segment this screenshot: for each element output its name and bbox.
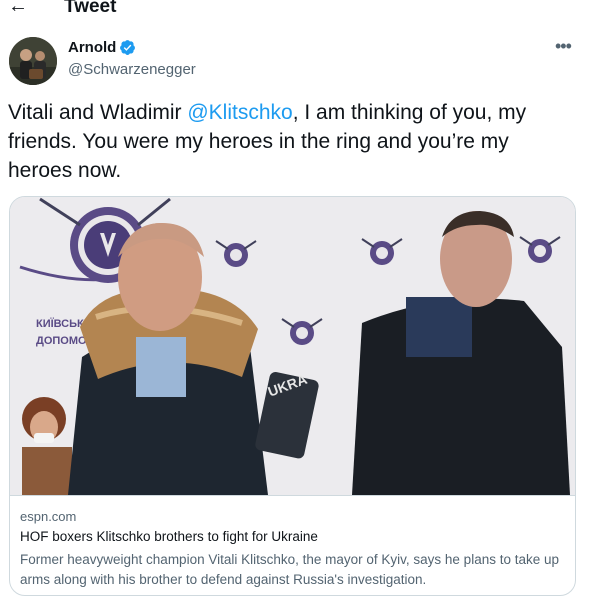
card-description: Former heavyweight champion Vitali Klits… [20,552,560,587]
author-handle[interactable]: @Schwarzenegger [68,61,196,78]
avatar-photo [9,37,57,85]
card-image[interactable]: КИЇВСЬКИЙ ДОПОМОГ UKRA [10,197,576,495]
author-name[interactable]: Arnold [68,39,116,56]
card-domain: espn.com [20,509,77,524]
card-title[interactable]: HOF boxers Klitschko brothers to fight f… [20,529,318,544]
mention-link[interactable]: @Klitschko [187,101,292,124]
avatar[interactable] [9,37,57,85]
arrow-left-icon[interactable]: ← [8,0,28,16]
tweet-text: Vitali and Wladimir @Klitschko, I am thi… [8,98,578,185]
link-card[interactable]: КИЇВСЬКИЙ ДОПОМОГ UKRA espn.com HOF boxe… [9,196,576,596]
more-options-icon[interactable]: ••• [555,36,572,57]
author-name-row[interactable]: Arnold [68,39,136,56]
tweet-text-start: Vitali and Wladimir [8,101,188,124]
verified-badge-icon [120,40,136,55]
card-meta[interactable]: espn.com HOF boxers Klitschko brothers t… [10,495,575,595]
top-bar: ← Tweet [0,0,593,22]
page-title: Tweet [64,0,117,17]
